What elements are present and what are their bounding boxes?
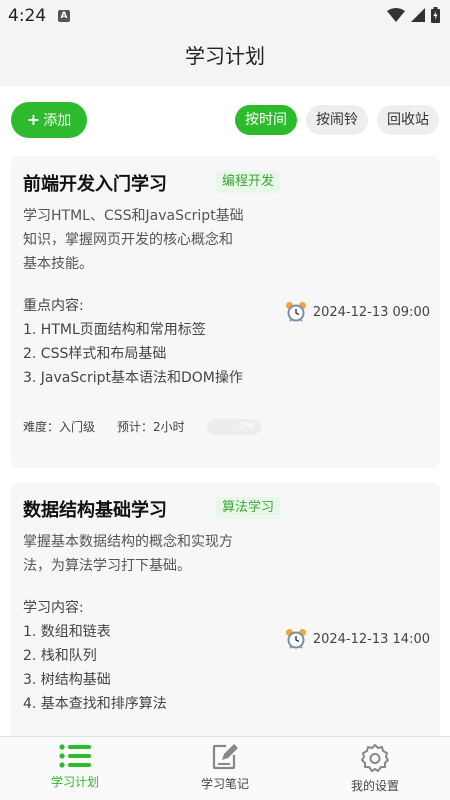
status-time: 4:24 (8, 6, 47, 26)
alarm-clock-icon (285, 302, 306, 322)
plus-icon: + (26, 110, 41, 129)
difficulty-label: 难度：入门级 (23, 420, 96, 434)
description-line: 学习HTML、CSS和JavaScript基础 (23, 208, 244, 224)
content-item: 2. 栈和队列 (23, 648, 97, 664)
nav-study-plan[interactable]: 学习计划 (0, 737, 150, 800)
due-time-text: 2024-12-13 14:00 (312, 631, 430, 647)
category-tag: 编程开发 (216, 171, 281, 193)
content-item: 3. JavaScript基本语法和DOM操作 (23, 370, 243, 386)
note-edit-icon (212, 744, 238, 770)
plan-content: 学习内容: 1. 数组和链表 2. 栈和队列 3. 树结构基础 4. 基本查找和… (23, 596, 293, 716)
nav-label: 学习笔记 (200, 777, 249, 791)
content-heading: 学习内容: (23, 600, 84, 616)
sort-filter-group: 按时间 按闹铃 回收站 (235, 105, 439, 135)
content-heading: 重点内容: (23, 298, 84, 314)
filter-recycle-bin[interactable]: 回收站 (377, 105, 439, 135)
add-button[interactable]: + 添加 (11, 102, 87, 138)
page-title: 学习计划 (185, 44, 265, 68)
wifi-icon (387, 8, 405, 22)
description-line: 基本技能。 (23, 256, 93, 272)
nav-study-notes[interactable]: 学习笔记 (150, 737, 300, 800)
plan-list[interactable]: 前端开发入门学习 编程开发 学习HTML、CSS和JavaScript基础 知识… (0, 156, 450, 736)
content-item: 2. CSS样式和布局基础 (23, 346, 167, 362)
plan-description: 掌握基本数据结构的概念和实现方 法，为算法学习打下基础。 (23, 530, 281, 578)
filter-by-time[interactable]: 按时间 (235, 105, 297, 135)
battery-icon (431, 7, 440, 23)
description-line: 知识，掌握网页开发的核心概念和 (23, 232, 233, 248)
due-time-text: 2024-12-13 09:00 (312, 304, 430, 320)
content-item: 4. 基本查找和排序算法 (23, 696, 167, 712)
toolbar: + 添加 按时间 按闹铃 回收站 (0, 86, 450, 156)
plan-content: 重点内容: 1. HTML页面结构和常用标签 2. CSS样式和布局基础 3. … (23, 294, 293, 390)
signal-icon (411, 8, 425, 22)
app-header: 学习计划 (0, 32, 450, 86)
bottom-navigation: 学习计划 学习笔记 我的设置 (0, 736, 450, 800)
notification-icon: A (58, 10, 70, 22)
due-time: 2024-12-13 14:00 (285, 628, 430, 650)
list-icon (59, 744, 91, 768)
plan-meta: 难度：入门级 预计：2小时 0% (23, 418, 261, 435)
add-button-label: 添加 (43, 113, 72, 129)
category-tag: 算法学习 (216, 497, 281, 519)
plan-card[interactable]: 数据结构基础学习 算法学习 掌握基本数据结构的概念和实现方 法，为算法学习打下基… (11, 482, 440, 736)
plan-title: 数据结构基础学习 (23, 500, 167, 521)
plan-description: 学习HTML、CSS和JavaScript基础 知识，掌握网页开发的核心概念和 … (23, 204, 281, 276)
status-icons (387, 7, 440, 23)
gear-icon (361, 744, 389, 772)
content-item: 1. 数组和链表 (23, 624, 111, 640)
alarm-clock-icon (285, 629, 306, 649)
nav-label: 我的设置 (350, 779, 399, 793)
content-item: 3. 树结构基础 (23, 672, 111, 688)
filter-by-alarm[interactable]: 按闹铃 (306, 105, 368, 135)
content-item: 1. HTML页面结构和常用标签 (23, 322, 206, 338)
description-line: 法，为算法学习打下基础。 (23, 558, 191, 574)
due-time: 2024-12-13 09:00 (285, 301, 430, 323)
description-line: 掌握基本数据结构的概念和实现方 (23, 534, 233, 550)
status-bar: 4:24 A (0, 0, 450, 32)
nav-my-settings[interactable]: 我的设置 (300, 737, 450, 800)
plan-card[interactable]: 前端开发入门学习 编程开发 学习HTML、CSS和JavaScript基础 知识… (11, 156, 440, 468)
progress-percent: 0% (238, 420, 255, 432)
nav-label: 学习计划 (50, 775, 99, 789)
estimate-label: 预计：2小时 (117, 420, 185, 434)
plan-title: 前端开发入门学习 (23, 174, 167, 195)
progress-bar: 0% (206, 418, 261, 435)
